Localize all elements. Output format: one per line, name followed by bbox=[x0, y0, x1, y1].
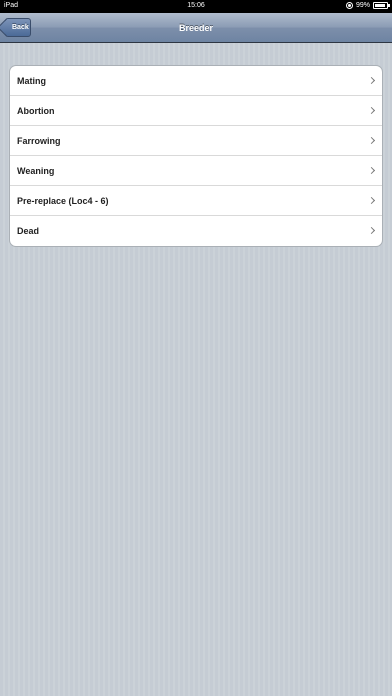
menu-item-abortion[interactable]: Abortion bbox=[10, 96, 382, 126]
navigation-bar: Back Breeder bbox=[0, 13, 392, 43]
menu-item-dead[interactable]: Dead bbox=[10, 216, 382, 246]
menu-item-mating[interactable]: Mating bbox=[10, 66, 382, 96]
menu-item-farrowing[interactable]: Farrowing bbox=[10, 126, 382, 156]
menu-item-label: Pre-replace (Loc4 - 6) bbox=[17, 195, 109, 206]
chevron-right-icon bbox=[367, 226, 376, 235]
chevron-right-icon bbox=[367, 136, 376, 145]
menu-list: Mating Abortion Farrowing Weaning Pre-re… bbox=[9, 65, 383, 247]
page-title: Breeder bbox=[178, 23, 214, 33]
menu-item-label: Weaning bbox=[17, 165, 55, 176]
back-button-label: Back bbox=[12, 24, 29, 31]
status-time: 15:06 bbox=[187, 2, 205, 9]
chevron-right-icon bbox=[367, 196, 376, 205]
chevron-right-icon bbox=[367, 76, 376, 85]
battery-percent: 99% bbox=[355, 2, 370, 9]
menu-item-label: Abortion bbox=[17, 105, 55, 116]
menu-item-label: Farrowing bbox=[17, 135, 61, 146]
status-bar: iPad 15:06 99% bbox=[0, 0, 392, 13]
menu-item-label: Mating bbox=[17, 75, 46, 86]
status-right: 99% bbox=[345, 2, 390, 9]
rotation-lock-icon bbox=[345, 2, 353, 9]
chevron-right-icon bbox=[367, 106, 376, 115]
menu-item-pre-replace[interactable]: Pre-replace (Loc4 - 6) bbox=[10, 186, 382, 216]
battery-icon bbox=[373, 2, 390, 9]
menu-item-label: Dead bbox=[17, 226, 40, 236]
menu-item-weaning[interactable]: Weaning bbox=[10, 156, 382, 186]
chevron-right-icon bbox=[367, 166, 376, 175]
